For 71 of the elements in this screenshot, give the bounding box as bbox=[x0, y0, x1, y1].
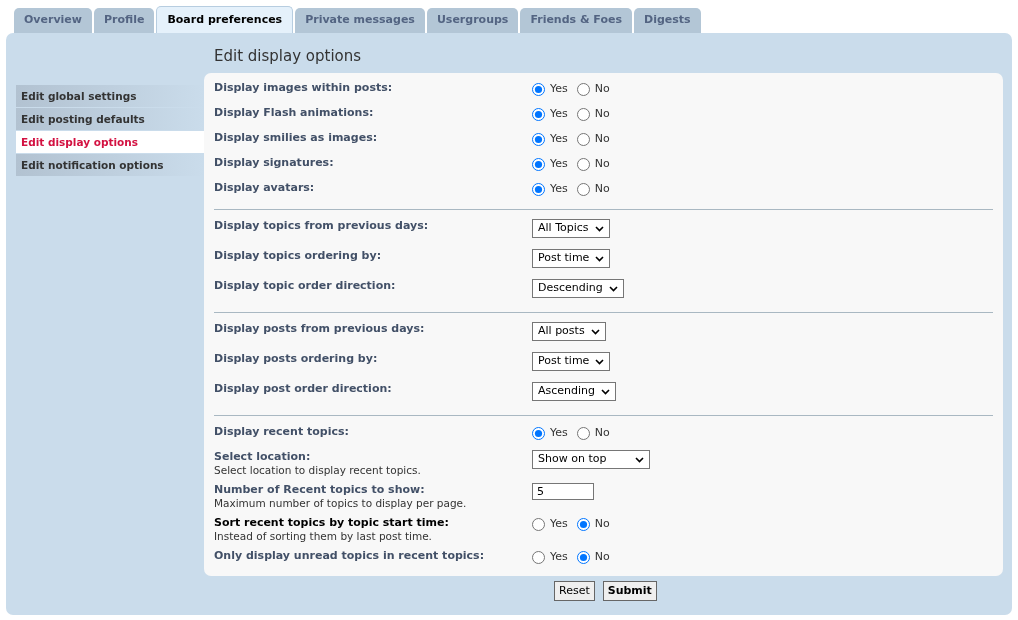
radio-button[interactable] bbox=[532, 182, 545, 196]
field-label: Select location: bbox=[214, 450, 312, 464]
radio-label: Yes bbox=[550, 425, 568, 441]
field-label: Number of Recent topics to show: bbox=[214, 483, 426, 497]
radio-button[interactable] bbox=[576, 517, 590, 531]
field-description: Instead of sorting them by last post time. bbox=[214, 530, 433, 543]
radio-label: Yes bbox=[550, 131, 568, 147]
reset-button[interactable]: Reset bbox=[554, 581, 595, 601]
radio-button[interactable] bbox=[532, 82, 545, 96]
caret-icon bbox=[635, 456, 644, 463]
field-label: Sort recent topics by topic start time: bbox=[214, 516, 450, 530]
caret-icon bbox=[595, 358, 605, 365]
field-description: Select location to display recent topics. bbox=[214, 464, 422, 477]
radio-label: No bbox=[594, 549, 610, 565]
dropdown[interactable]: Post time bbox=[532, 249, 611, 268]
dropdown[interactable]: Show on top bbox=[532, 450, 650, 469]
radio-label: No bbox=[594, 81, 610, 97]
radio-label: No bbox=[594, 516, 610, 532]
radio-label: Yes bbox=[550, 81, 568, 97]
dropdown[interactable]: All posts bbox=[532, 322, 606, 341]
dropdown[interactable]: Ascending bbox=[532, 382, 617, 401]
radio-label: No bbox=[594, 106, 610, 122]
field-label: Display topics ordering by: bbox=[214, 249, 383, 263]
dropdown[interactable]: All Topics bbox=[532, 219, 610, 238]
field-description: Maximum number of topics to display per page. bbox=[214, 497, 468, 510]
radio-label: No bbox=[594, 425, 610, 441]
radio-button[interactable] bbox=[532, 107, 545, 121]
field-label: Display posts ordering by: bbox=[214, 352, 379, 366]
sidebar-item[interactable]: Edit display options bbox=[16, 131, 204, 153]
field-label: Display images within posts: bbox=[214, 81, 394, 95]
field-label: Display topics from previous days: bbox=[214, 219, 430, 233]
radio-button[interactable] bbox=[576, 550, 590, 564]
page-title: Edit display options bbox=[213, 46, 363, 67]
radio-button[interactable] bbox=[532, 157, 545, 171]
radio-button[interactable] bbox=[532, 517, 545, 531]
caret-icon bbox=[594, 225, 604, 232]
tab[interactable]: Board preferences bbox=[156, 6, 294, 33]
radio-label: Yes bbox=[550, 156, 568, 172]
radio-button[interactable] bbox=[576, 157, 590, 171]
dropdown[interactable]: Post time bbox=[532, 352, 611, 371]
radio-button[interactable] bbox=[576, 182, 590, 196]
radio-button[interactable] bbox=[576, 82, 590, 96]
submit-button[interactable]: Submit bbox=[602, 581, 657, 601]
caret-icon bbox=[590, 328, 600, 335]
caret-icon bbox=[601, 388, 611, 395]
radio-label: No bbox=[594, 131, 610, 147]
radio-label: No bbox=[594, 156, 610, 172]
field-label: Only display unread topics in recent topics: bbox=[214, 549, 486, 563]
field-label: Display post order direction: bbox=[214, 382, 393, 396]
radio-button[interactable] bbox=[532, 132, 545, 146]
input-field[interactable]: 5 bbox=[532, 483, 594, 500]
radio-label: Yes bbox=[550, 516, 568, 532]
field-label: Display recent topics: bbox=[214, 425, 350, 439]
dropdown[interactable]: Descending bbox=[532, 279, 624, 298]
field-label: Display posts from previous days: bbox=[214, 322, 426, 336]
radio-label: No bbox=[594, 181, 610, 197]
field-label: Display avatars: bbox=[214, 181, 316, 195]
caret-icon bbox=[608, 285, 618, 292]
radio-button[interactable] bbox=[532, 426, 545, 440]
radio-button[interactable] bbox=[532, 550, 545, 564]
radio-button[interactable] bbox=[576, 132, 590, 146]
caret-icon bbox=[595, 255, 605, 262]
field-label: Display Flash animations: bbox=[214, 106, 375, 120]
radio-button[interactable] bbox=[576, 426, 590, 440]
radio-label: Yes bbox=[550, 549, 568, 565]
field-label: Display signatures: bbox=[214, 156, 335, 170]
radio-label: Yes bbox=[550, 181, 568, 197]
field-label: Display smilies as images: bbox=[214, 131, 379, 145]
radio-button[interactable] bbox=[576, 107, 590, 121]
radio-label: Yes bbox=[550, 106, 568, 122]
field-label: Display topic order direction: bbox=[214, 279, 397, 293]
